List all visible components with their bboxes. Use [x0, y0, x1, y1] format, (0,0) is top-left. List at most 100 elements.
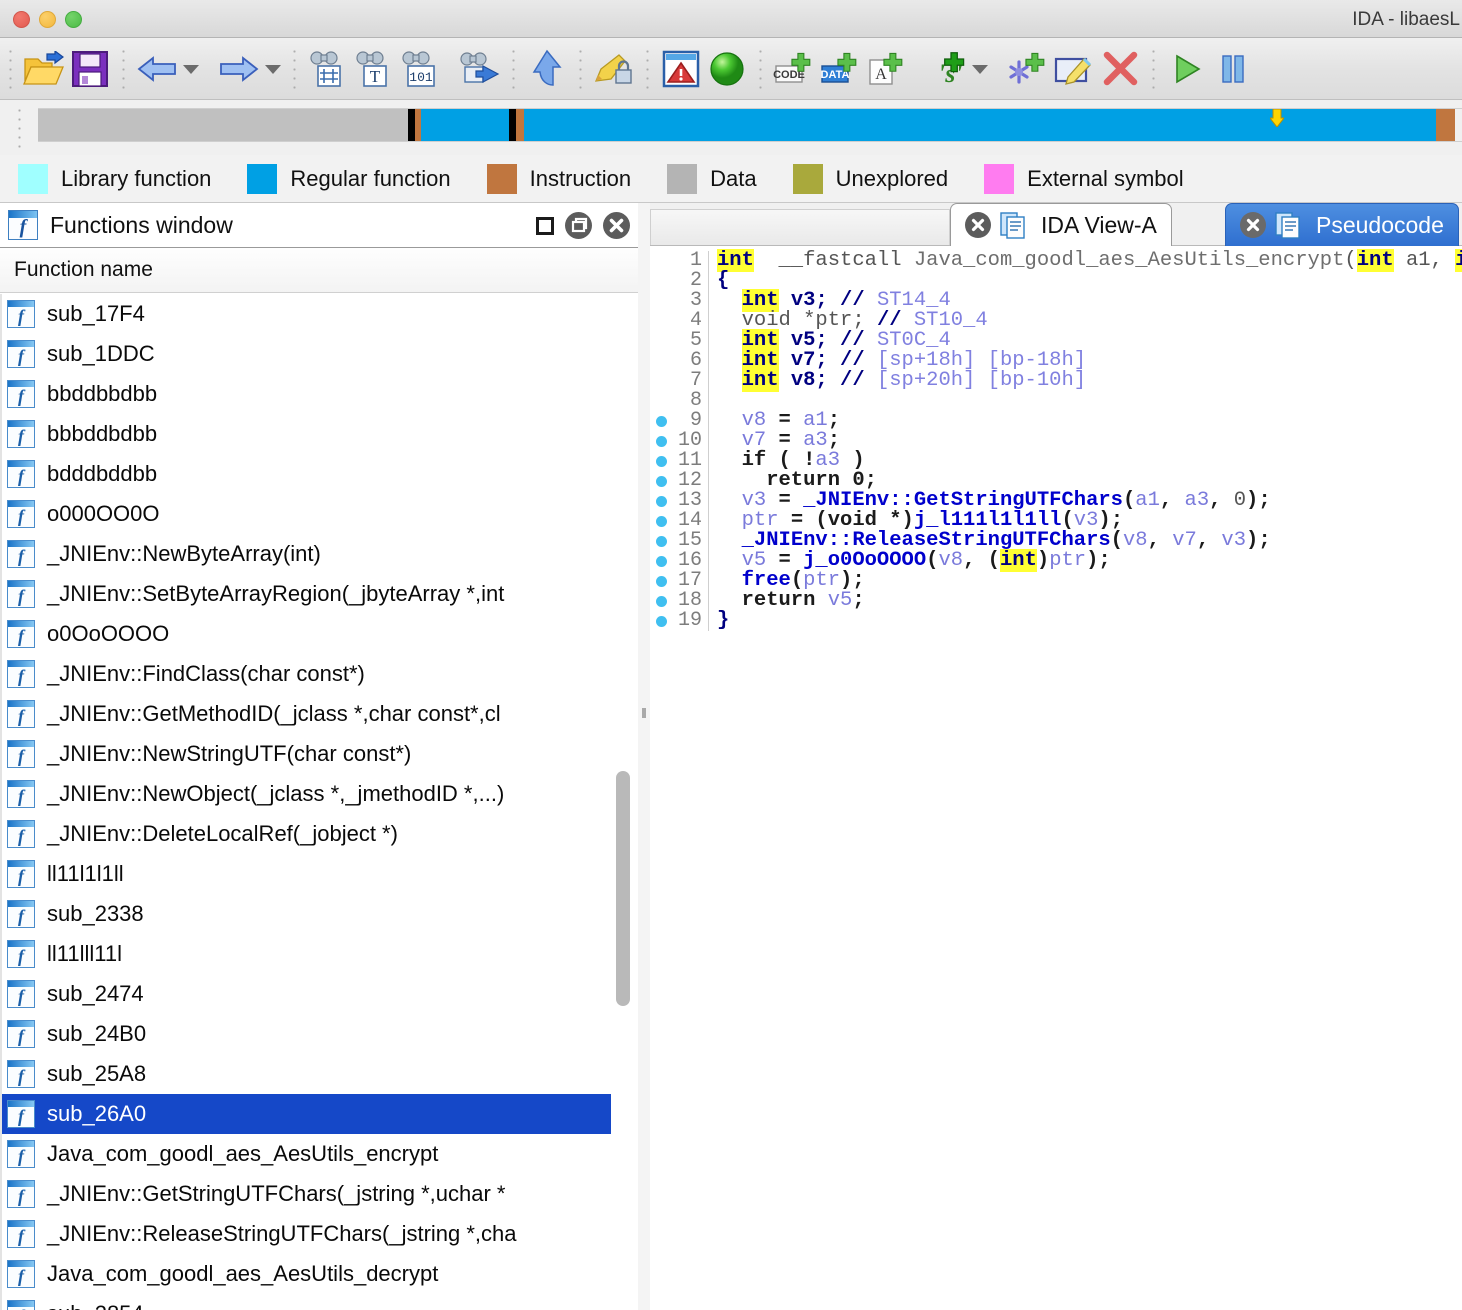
code-line[interactable]: 1 int __fastcall Java_com_goodl_aes_AesUt…: [650, 249, 1462, 272]
warning-dialog-icon[interactable]: [658, 46, 704, 92]
navigation-segment[interactable]: [879, 109, 1072, 141]
table-row[interactable]: f _JNIEnv::GetMethodID(_jclass *,char con…: [0, 694, 611, 734]
code-line[interactable]: 3 int v3; // ST14_4: [650, 289, 1462, 312]
green-sphere-icon[interactable]: [704, 46, 750, 92]
back-dropdown-caret-icon[interactable]: [180, 46, 202, 92]
code-line[interactable]: 18 return v5;: [650, 590, 1462, 611]
breakpoint-dot-icon[interactable]: [650, 435, 672, 447]
breakpoint-dot-icon[interactable]: [650, 575, 672, 587]
table-row[interactable]: f _JNIEnv::FindClass(char const*): [0, 654, 611, 694]
code-line[interactable]: 16 v5 = j_o0OoOOOO(v8, (int)ptr);: [650, 549, 1462, 572]
pause-icon[interactable]: [1210, 46, 1256, 92]
save-file-icon[interactable]: [67, 46, 113, 92]
table-row[interactable]: f _JNIEnv::DeleteLocalRef(_jobject *): [0, 814, 611, 854]
code-line[interactable]: 7 int v8; // [sp+20h] [bp-10h]: [650, 369, 1462, 392]
table-row[interactable]: f _JNIEnv::NewStringUTF(char const*): [0, 734, 611, 774]
table-row[interactable]: f o0OoOOOO: [0, 614, 611, 654]
code-line[interactable]: 15 _JNIEnv::ReleaseStringUTFChars(v8, v7…: [650, 530, 1462, 551]
pseudocode-text-area[interactable]: 1 int __fastcall Java_com_goodl_aes_AesUt…: [650, 246, 1462, 1310]
search-hash-icon[interactable]: [305, 46, 351, 92]
up-arrow-icon[interactable]: [524, 46, 570, 92]
navigation-segment[interactable]: [777, 109, 829, 141]
breakpoint-dot-icon[interactable]: [650, 615, 672, 627]
table-row[interactable]: f sub_17F4: [0, 294, 611, 334]
forward-dropdown-caret-icon[interactable]: [262, 46, 284, 92]
navigation-band[interactable]: [38, 108, 1462, 142]
vertical-splitter[interactable]: [638, 203, 650, 1310]
string-dropdown-caret-icon[interactable]: [969, 46, 991, 92]
navigation-segment[interactable]: [421, 109, 510, 141]
open-file-icon[interactable]: [21, 46, 67, 92]
code-line[interactable]: 9 v8 = a1;: [650, 410, 1462, 431]
breakpoint-dot-icon[interactable]: [650, 455, 672, 467]
breakpoint-dot-icon[interactable]: [650, 515, 672, 527]
code-line[interactable]: 11 if ( !a3 ): [650, 450, 1462, 471]
functions-list-scroll-thumb[interactable]: [616, 771, 630, 1006]
navigation-segment[interactable]: [725, 109, 777, 141]
navigation-segment[interactable]: [38, 109, 409, 141]
navigation-segment[interactable]: [509, 109, 517, 141]
code-line[interactable]: 8: [650, 391, 1462, 411]
table-row[interactable]: f sub_2854: [0, 1294, 611, 1310]
edit-rename-icon[interactable]: [1051, 46, 1097, 92]
navigation-segment[interactable]: [523, 109, 652, 141]
code-line[interactable]: 10 v7 = a3;: [650, 430, 1462, 451]
navigation-segment[interactable]: [651, 109, 726, 141]
search-binary-icon[interactable]: 101: [397, 46, 443, 92]
add-string-icon[interactable]: 's': [923, 46, 969, 92]
close-button[interactable]: [603, 212, 630, 239]
navigation-segment[interactable]: [828, 109, 880, 141]
add-struct-icon[interactable]: [1005, 46, 1051, 92]
table-row[interactable]: f sub_1DDC: [0, 334, 611, 374]
forward-arrow-icon[interactable]: [216, 46, 262, 92]
table-row[interactable]: f _JNIEnv::SetByteArrayRegion(_jbyteArray…: [0, 574, 611, 614]
code-line[interactable]: 19}: [650, 610, 1462, 631]
minimize-window-button[interactable]: [39, 11, 56, 28]
table-row[interactable]: f _JNIEnv::NewObject(_jclass *,_jmethodID…: [0, 774, 611, 814]
breakpoint-dot-icon[interactable]: [650, 415, 672, 427]
table-row[interactable]: f sub_24B0: [0, 1014, 611, 1054]
function-name-column-header[interactable]: Function name: [0, 248, 639, 293]
run-play-icon[interactable]: [1164, 46, 1210, 92]
breakpoint-dot-icon[interactable]: [650, 555, 672, 567]
search-text-icon[interactable]: T: [351, 46, 397, 92]
code-line[interactable]: 17 free(ptr);: [650, 570, 1462, 591]
tab-ida-view-a[interactable]: IDA View-A: [950, 203, 1172, 246]
navigation-segment[interactable]: [1436, 109, 1455, 141]
code-line[interactable]: 14 ptr = (void *)j_l111l1l1ll(v3);: [650, 510, 1462, 531]
table-row[interactable]: f o000OO0O: [0, 494, 611, 534]
table-row[interactable]: f sub_26A0: [0, 1094, 611, 1134]
table-row[interactable]: f ll11lll11l: [0, 934, 611, 974]
add-code-icon[interactable]: CODE: [771, 46, 817, 92]
breakpoint-dot-icon[interactable]: [650, 595, 672, 607]
code-line[interactable]: 4 void *ptr; // ST10_4: [650, 310, 1462, 331]
navigation-segment[interactable]: [1201, 109, 1437, 141]
table-row[interactable]: f _JNIEnv::GetStringUTFChars(_jstring *,u…: [0, 1174, 611, 1214]
table-row[interactable]: f Java_com_goodl_aes_AesUtils_decrypt: [0, 1254, 611, 1294]
undock-button[interactable]: [565, 212, 592, 239]
delete-x-icon[interactable]: [1097, 46, 1143, 92]
table-row[interactable]: f sub_2474: [0, 974, 611, 1014]
table-row[interactable]: f _JNIEnv::NewByteArray(int): [0, 534, 611, 574]
code-line[interactable]: 6 int v7; // [sp+18h] [bp-18h]: [650, 349, 1462, 372]
code-line[interactable]: 2{: [650, 270, 1462, 291]
back-arrow-icon[interactable]: [134, 46, 180, 92]
close-window-button[interactable]: [13, 11, 30, 28]
table-row[interactable]: f bdddbddbb: [0, 454, 611, 494]
code-line[interactable]: 13 v3 = _JNIEnv::GetStringUTFChars(a1, a…: [650, 490, 1462, 511]
close-icon[interactable]: [1240, 212, 1266, 238]
table-row[interactable]: f Java_com_goodl_aes_AesUtils_encrypt: [0, 1134, 611, 1174]
navigation-segment[interactable]: [516, 109, 524, 141]
code-line[interactable]: 5 int v5; // ST0C_4: [650, 329, 1462, 352]
zoom-window-button[interactable]: [65, 11, 82, 28]
search-next-icon[interactable]: [457, 46, 503, 92]
table-row[interactable]: f bbbddbdbb: [0, 414, 611, 454]
navigation-segment[interactable]: [1071, 109, 1151, 141]
pencil-lock-icon[interactable]: [591, 46, 637, 92]
restore-button[interactable]: [536, 216, 554, 235]
table-row[interactable]: f ll11l1l1ll: [0, 854, 611, 894]
add-data-icon[interactable]: DATA: [817, 46, 863, 92]
breakpoint-dot-icon[interactable]: [650, 475, 672, 487]
table-row[interactable]: f _JNIEnv::ReleaseStringUTFChars(_jstring…: [0, 1214, 611, 1254]
functions-list-scrollbar[interactable]: [615, 294, 631, 1310]
